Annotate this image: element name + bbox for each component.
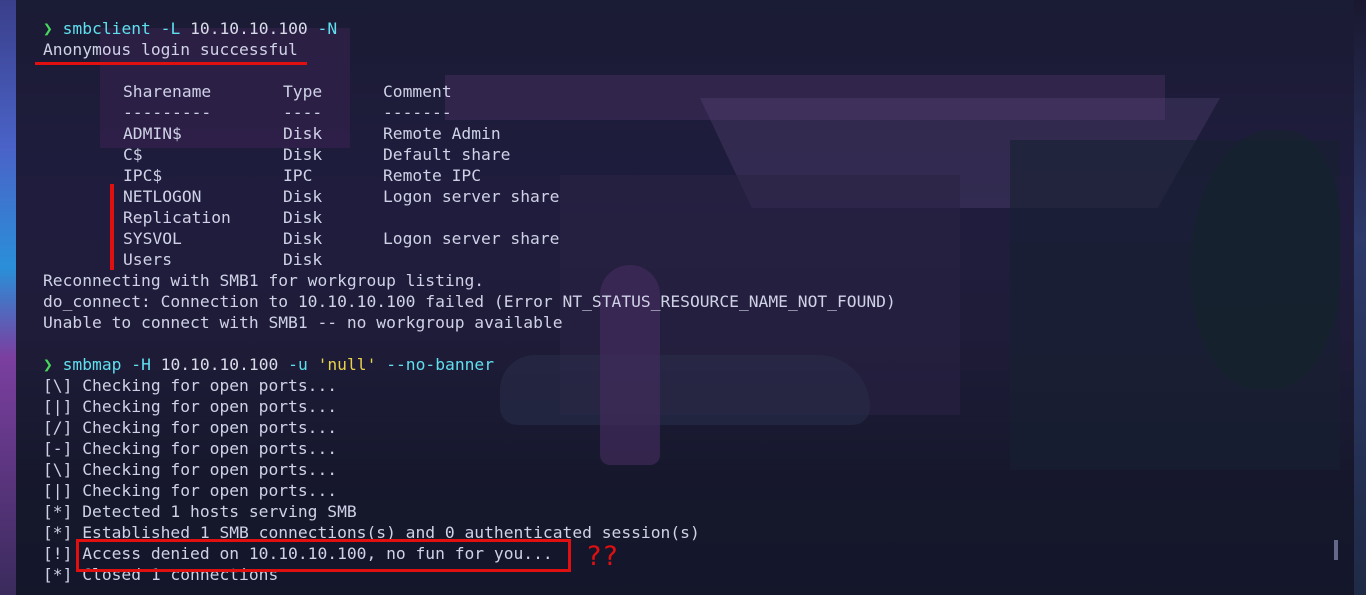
output-line: do_connect: Connection to 10.10.10.100 f… xyxy=(43,292,896,311)
table-separator: ------- xyxy=(383,103,452,122)
command-flag: -H xyxy=(131,355,151,374)
command-flag: -u xyxy=(288,355,308,374)
command-line-smbmap: ❯ smbmap -H 10.10.10.100 -u 'null' --no-… xyxy=(43,354,494,375)
share-name: C$ xyxy=(123,145,143,164)
share-name: Users xyxy=(123,250,173,269)
wallpaper-left-edge xyxy=(0,0,16,595)
output-line: [|] Checking for open ports... xyxy=(43,397,338,416)
share-type: Disk xyxy=(283,250,323,269)
share-type: Disk xyxy=(283,124,323,143)
share-comment: Default share xyxy=(383,145,511,164)
command-flag: --no-banner xyxy=(386,355,495,374)
share-name: NETLOGON xyxy=(123,187,202,206)
share-type: IPC xyxy=(283,166,313,185)
share-name: ADMIN$ xyxy=(123,124,182,143)
output-line: [|] Checking for open ports... xyxy=(43,481,338,500)
terminal-window[interactable]: ❯ smbclient -L 10.10.10.100 -N Anonymous… xyxy=(16,0,1354,595)
output-line: Unable to connect with SMB1 -- no workgr… xyxy=(43,313,563,332)
login-result: Anonymous login successful xyxy=(43,40,298,59)
annotation-box xyxy=(76,539,571,572)
command-name: smbmap xyxy=(62,355,122,374)
annotation-underline xyxy=(35,62,307,65)
scrollbar-thumb[interactable] xyxy=(1334,540,1338,560)
command-flag: -L xyxy=(160,19,181,38)
command-line-smbclient: ❯ smbclient -L 10.10.10.100 -N xyxy=(43,18,337,39)
output-line: [*] Detected 1 hosts serving SMB xyxy=(43,502,357,521)
output-line: [\] Checking for open ports... xyxy=(43,376,338,395)
output-line: [/] Checking for open ports... xyxy=(43,418,338,437)
table-header: Type xyxy=(283,82,323,101)
prompt-icon: ❯ xyxy=(43,19,53,38)
command-arg: 10.10.10.100 xyxy=(160,355,279,374)
table-separator: ---- xyxy=(283,103,323,122)
command-flag: -N xyxy=(317,19,338,38)
share-comment: Remote IPC xyxy=(383,166,482,185)
share-name: SYSVOL xyxy=(123,229,182,248)
command-name: smbclient xyxy=(62,19,151,38)
prompt-icon: ❯ xyxy=(43,355,53,374)
share-type: Disk xyxy=(283,229,323,248)
wallpaper-right-edge xyxy=(1354,0,1366,595)
output-line: [\] Checking for open ports... xyxy=(43,460,338,479)
annotation-question-marks: ?? xyxy=(587,541,620,572)
share-comment: Logon server share xyxy=(383,229,560,248)
output-line: Reconnecting with SMB1 for workgroup lis… xyxy=(43,271,485,290)
share-name: Replication xyxy=(123,208,231,227)
share-type: Disk xyxy=(283,187,323,206)
share-comment: Logon server share xyxy=(383,187,560,206)
share-name: IPC$ xyxy=(123,166,163,185)
annotation-bracket xyxy=(110,184,114,270)
share-type: Disk xyxy=(283,145,323,164)
command-arg: 10.10.10.100 xyxy=(190,19,308,38)
share-comment: Remote Admin xyxy=(383,124,501,143)
table-separator: --------- xyxy=(123,103,212,122)
command-string-arg: 'null' xyxy=(317,355,377,374)
table-header: Sharename xyxy=(123,82,212,101)
share-type: Disk xyxy=(283,208,323,227)
output-line: [-] Checking for open ports... xyxy=(43,439,338,458)
table-header: Comment xyxy=(383,82,452,101)
